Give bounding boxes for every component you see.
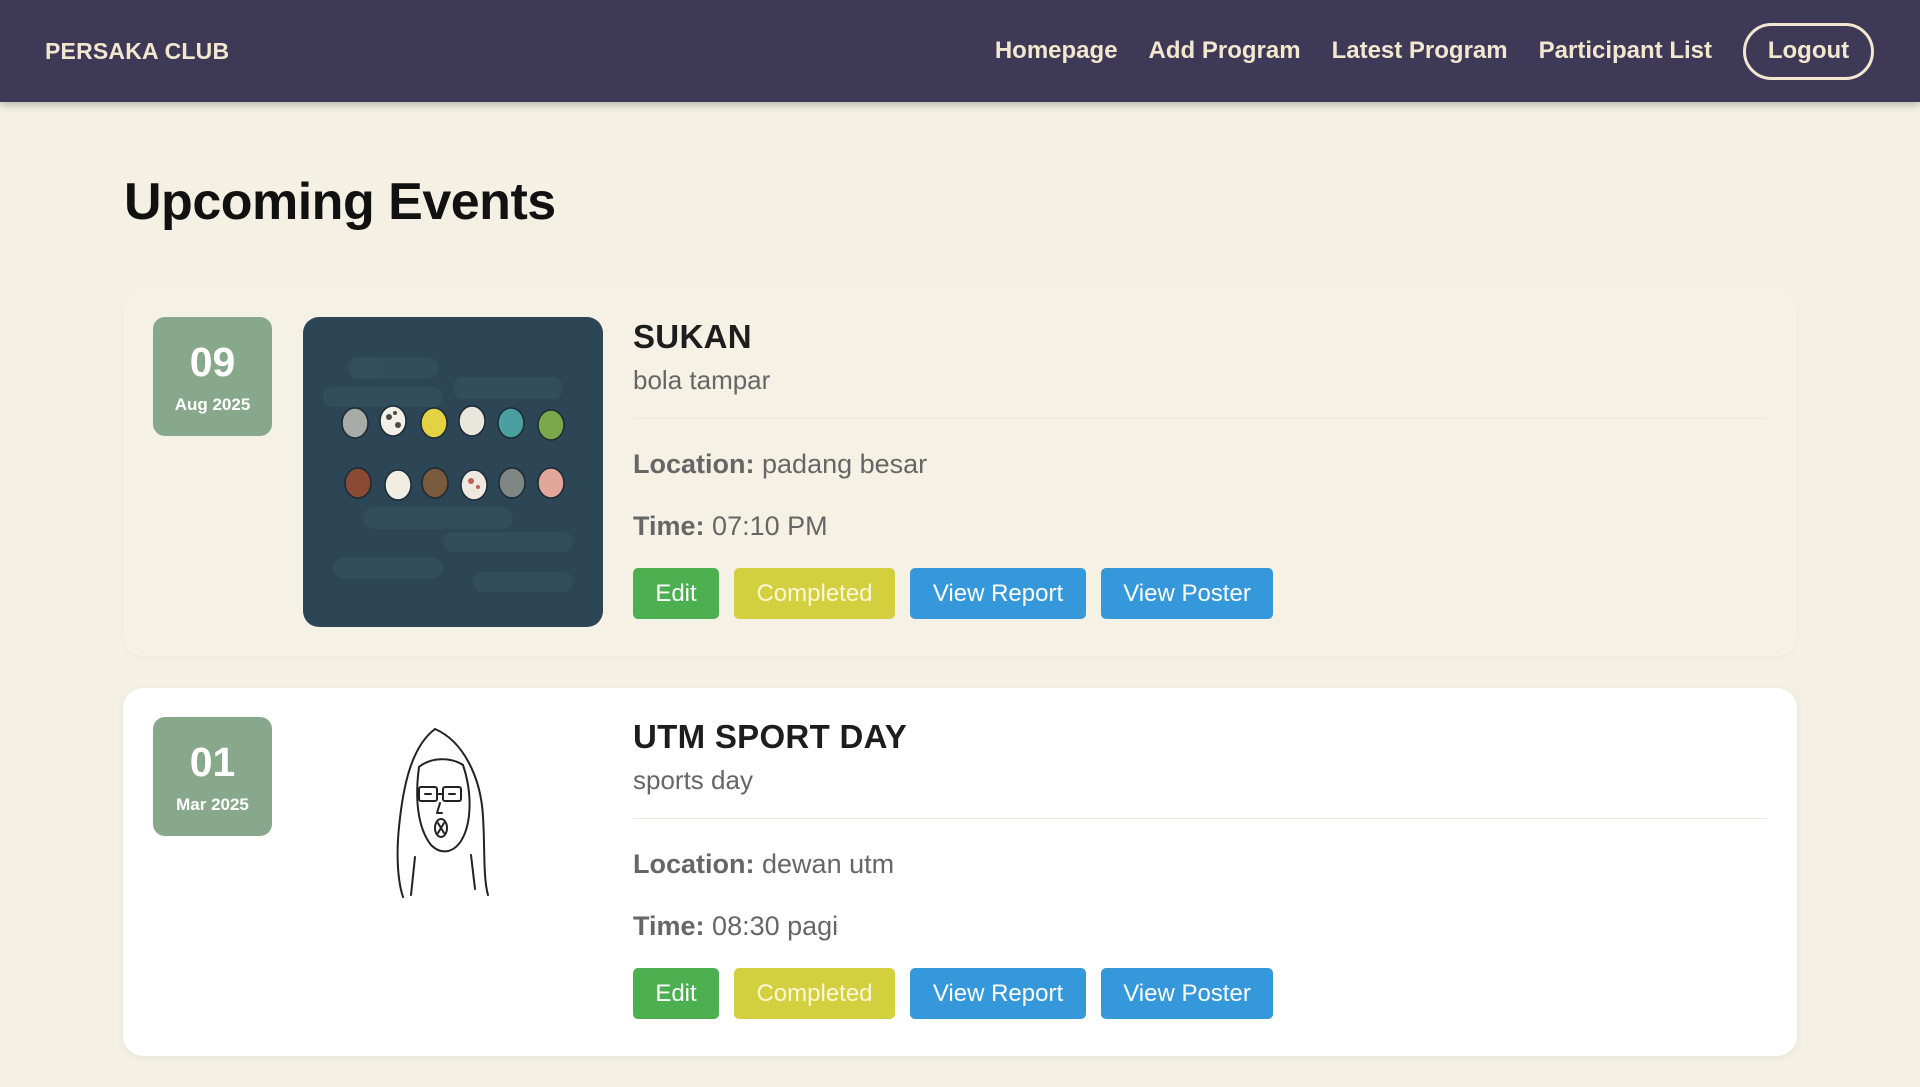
edit-button[interactable]: Edit	[633, 968, 719, 1019]
event-location: Location: dewan utm	[633, 849, 1767, 880]
event-info: SUKAN bola tampar Location: padang besar…	[633, 318, 1767, 619]
event-poster-image	[303, 717, 603, 1027]
date-month-year: Mar 2025	[176, 795, 249, 814]
time-label: Time:	[633, 911, 705, 941]
nav-link-homepage[interactable]: Homepage	[995, 37, 1118, 65]
event-description: sports day	[633, 765, 753, 795]
nav-links: Homepage Add Program Latest Program Part…	[964, 22, 1874, 80]
location-label: Location:	[633, 449, 755, 479]
event-time: Time: 08:30 pagi	[633, 911, 1767, 942]
nav-link-latest-program[interactable]: Latest Program	[1332, 37, 1508, 65]
logout-button[interactable]: Logout	[1743, 22, 1874, 80]
event-actions: Edit Completed View Report View Poster	[633, 968, 1767, 1019]
event-title: UTM SPORT DAY	[633, 718, 908, 755]
date-badge: 09 Aug 2025	[153, 317, 272, 436]
event-title: SUKAN	[633, 318, 752, 355]
completed-button[interactable]: Completed	[734, 568, 895, 619]
event-time: Time: 07:10 PM	[633, 511, 1767, 542]
divider	[633, 818, 1767, 819]
date-day: 01	[189, 739, 236, 785]
brand-logo[interactable]: PERSAKA CLUB	[45, 38, 229, 65]
view-poster-button[interactable]: View Poster	[1101, 568, 1273, 619]
location-value: padang besar	[762, 449, 928, 479]
event-actions: Edit Completed View Report View Poster	[633, 568, 1767, 619]
time-value: 07:10 PM	[712, 511, 828, 541]
view-poster-button[interactable]: View Poster	[1101, 968, 1273, 1019]
nav-link-add-program[interactable]: Add Program	[1149, 37, 1301, 65]
date-month-year: Aug 2025	[174, 395, 251, 414]
time-value: 08:30 pagi	[712, 911, 839, 941]
event-info: UTM SPORT DAY sports day Location: dewan…	[633, 718, 1767, 1019]
edit-button[interactable]: Edit	[633, 568, 719, 619]
page-title: Upcoming Events	[124, 173, 556, 231]
event-card: 01 Mar 2025 UTM SPORT DAY sports day Loc…	[123, 688, 1797, 1056]
event-description: bola tampar	[633, 365, 771, 395]
location-label: Location:	[633, 849, 755, 879]
divider	[633, 418, 1767, 419]
time-label: Time:	[633, 511, 705, 541]
nav-link-participant-list[interactable]: Participant List	[1539, 37, 1712, 65]
event-location: Location: padang besar	[633, 449, 1767, 480]
date-day: 09	[189, 339, 236, 385]
event-card: 09 Aug 2025 SUKAN bola tampar Location: …	[123, 288, 1797, 656]
view-report-button[interactable]: View Report	[910, 568, 1086, 619]
location-value: dewan utm	[762, 849, 895, 879]
completed-button[interactable]: Completed	[734, 968, 895, 1019]
navbar: PERSAKA CLUB Homepage Add Program Latest…	[0, 0, 1920, 102]
date-badge: 01 Mar 2025	[153, 717, 272, 836]
event-poster-image	[303, 317, 603, 627]
view-report-button[interactable]: View Report	[910, 968, 1086, 1019]
